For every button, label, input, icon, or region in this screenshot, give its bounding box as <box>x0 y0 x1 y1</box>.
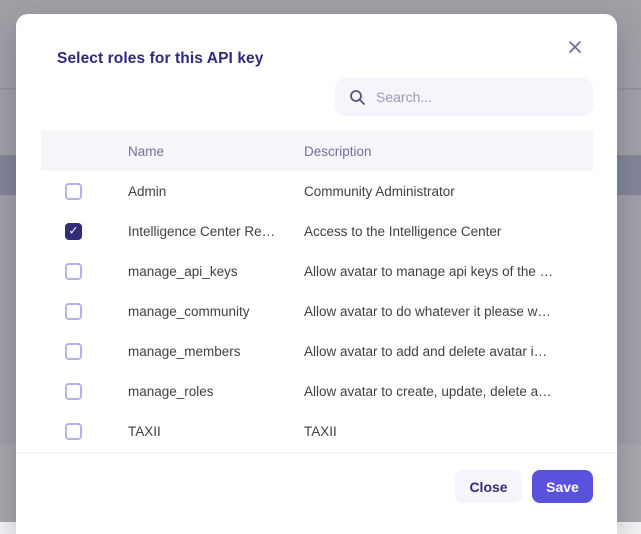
column-header-description: Description <box>304 144 593 159</box>
checkbox-cell: ✓ <box>41 343 128 360</box>
role-name: Admin <box>128 184 304 199</box>
checkbox-cell: ✓ <box>41 263 128 280</box>
role-description: TAXII <box>304 424 593 439</box>
role-name: Intelligence Center Re… <box>128 224 304 239</box>
x-icon <box>568 40 582 54</box>
search-input[interactable] <box>376 89 566 105</box>
role-description: Allow avatar to create, update, delete a… <box>304 384 593 399</box>
footer-divider <box>16 452 617 453</box>
role-name: manage_roles <box>128 384 304 399</box>
checkbox-cell: ✓ <box>41 223 128 240</box>
role-description: Allow avatar to manage api keys of the … <box>304 264 593 279</box>
modal-title: Select roles for this API key <box>57 50 264 68</box>
role-checkbox[interactable]: ✓ <box>65 423 82 440</box>
role-description: Community Administrator <box>304 184 593 199</box>
checkbox-cell: ✓ <box>41 423 128 440</box>
checkbox-cell: ✓ <box>41 383 128 400</box>
role-checkbox[interactable]: ✓ <box>65 383 82 400</box>
roles-table: Name Description ✓ Admin Community Admin… <box>41 131 593 451</box>
close-button[interactable]: Close <box>455 470 522 503</box>
role-name: manage_community <box>128 304 304 319</box>
roles-table-body: ✓ Admin Community Administrator ✓ Intell… <box>41 171 593 451</box>
table-row[interactable]: ✓ Admin Community Administrator <box>41 171 593 211</box>
checkbox-cell: ✓ <box>41 183 128 200</box>
role-name: manage_api_keys <box>128 264 304 279</box>
table-row[interactable]: ✓ manage_api_keys Allow avatar to manage… <box>41 251 593 291</box>
roles-table-header: Name Description <box>41 131 593 171</box>
checkbox-cell: ✓ <box>41 303 128 320</box>
select-roles-modal: Select roles for this API key Name Descr… <box>16 14 617 534</box>
role-name: TAXII <box>128 424 304 439</box>
role-checkbox[interactable]: ✓ <box>65 183 82 200</box>
save-button[interactable]: Save <box>532 470 593 503</box>
table-row[interactable]: ✓ TAXII TAXII <box>41 411 593 451</box>
role-checkbox[interactable]: ✓ <box>65 303 82 320</box>
role-description: Allow avatar to add and delete avatar i… <box>304 344 593 359</box>
table-row[interactable]: ✓ Intelligence Center Re… Access to the … <box>41 211 593 251</box>
table-row[interactable]: ✓ manage_community Allow avatar to do wh… <box>41 291 593 331</box>
role-checkbox[interactable]: ✓ <box>65 223 82 240</box>
close-icon[interactable] <box>565 37 585 57</box>
role-checkbox[interactable]: ✓ <box>65 343 82 360</box>
table-row[interactable]: ✓ manage_members Allow avatar to add and… <box>41 331 593 371</box>
table-row[interactable]: ✓ manage_roles Allow avatar to create, u… <box>41 371 593 411</box>
role-checkbox[interactable]: ✓ <box>65 263 82 280</box>
role-description: Access to the Intelligence Center <box>304 224 593 239</box>
check-icon: ✓ <box>68 225 78 237</box>
role-description: Allow avatar to do whatever it please w… <box>304 304 593 319</box>
role-name: manage_members <box>128 344 304 359</box>
column-header-name: Name <box>128 144 304 159</box>
search-icon <box>349 89 366 106</box>
search-box[interactable] <box>335 78 593 116</box>
